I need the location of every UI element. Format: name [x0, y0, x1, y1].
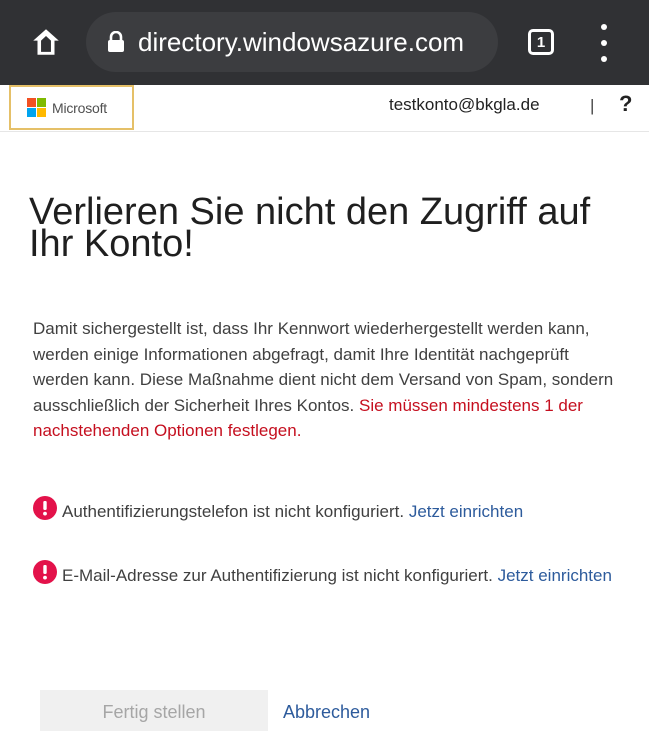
- address-bar[interactable]: directory.windowsazure.com: [86, 12, 498, 72]
- email-status-text: E-Mail-Adresse zur Authentifizierung ist…: [62, 566, 493, 585]
- home-button[interactable]: [26, 22, 66, 62]
- user-email[interactable]: testkonto@bkgla.de: [389, 95, 540, 115]
- setup-email-link[interactable]: Jetzt einrichten: [498, 566, 612, 585]
- browser-toolbar: directory.windowsazure.com 1: [0, 0, 649, 85]
- brand-name: Microsoft: [52, 99, 107, 116]
- lock-icon: [108, 31, 124, 52]
- more-vert-icon: [601, 24, 607, 30]
- windows-logo-icon: [27, 98, 46, 117]
- page: directory.windowsazure.com 1 Microsoft t…: [0, 0, 649, 731]
- email-status-row: E-Mail-Adresse zur Authentifizierung ist…: [33, 560, 623, 588]
- help-button[interactable]: ?: [619, 91, 632, 117]
- page-title: Verlieren Sie nicht den Zugriff auf Ihr …: [29, 191, 591, 265]
- microsoft-logo[interactable]: Microsoft: [9, 85, 134, 130]
- phone-status-text: Authentifizierungstelefon ist nicht konf…: [62, 502, 405, 521]
- alert-icon: [33, 560, 57, 584]
- setup-phone-link[interactable]: Jetzt einrichten: [409, 502, 523, 521]
- finish-button[interactable]: Fertig stellen: [40, 690, 268, 731]
- alert-icon: [33, 496, 57, 520]
- cancel-link[interactable]: Abbrechen: [283, 702, 370, 723]
- more-menu-button[interactable]: [594, 24, 614, 62]
- tab-switcher-button[interactable]: 1: [528, 29, 554, 55]
- home-icon: [33, 29, 59, 55]
- header-divider: |: [590, 96, 595, 115]
- description: Damit sichergestellt ist, dass Ihr Kennw…: [33, 316, 618, 444]
- url-text: directory.windowsazure.com: [138, 27, 465, 57]
- site-header: Microsoft testkonto@bkgla.de | ?: [0, 85, 649, 132]
- phone-status-row: Authentifizierungstelefon ist nicht konf…: [33, 496, 623, 524]
